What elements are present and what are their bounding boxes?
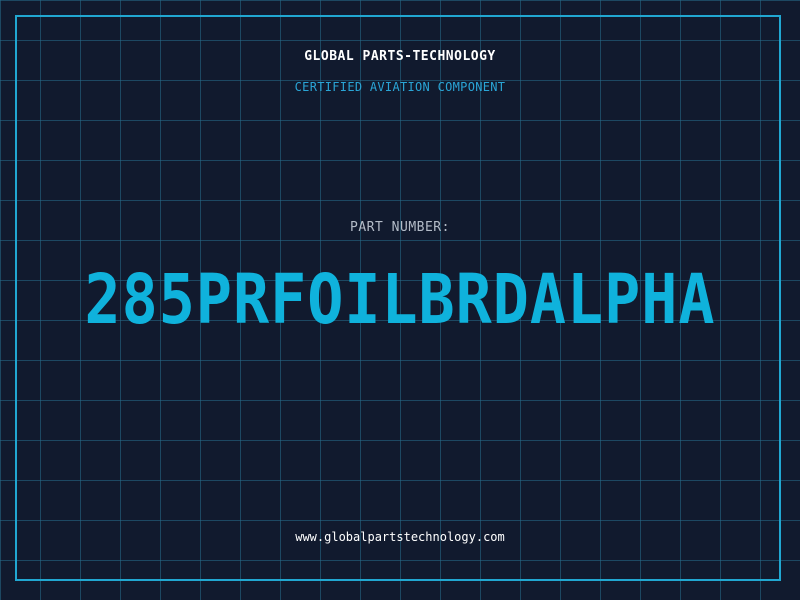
brand-tagline: CERTIFIED AVIATION COMPONENT bbox=[294, 80, 506, 94]
part-number-label: PART NUMBER: bbox=[350, 220, 450, 235]
website-url: www.globalpartstechnology.com bbox=[295, 530, 505, 544]
blueprint-canvas: GLOBAL PARTS-TECHNOLOGY CERTIFIED AVIATI… bbox=[0, 0, 800, 600]
part-number-value: 285PRFOILBRDALPHA bbox=[84, 259, 716, 341]
brand-title: GLOBAL PARTS-TECHNOLOGY bbox=[304, 49, 496, 64]
